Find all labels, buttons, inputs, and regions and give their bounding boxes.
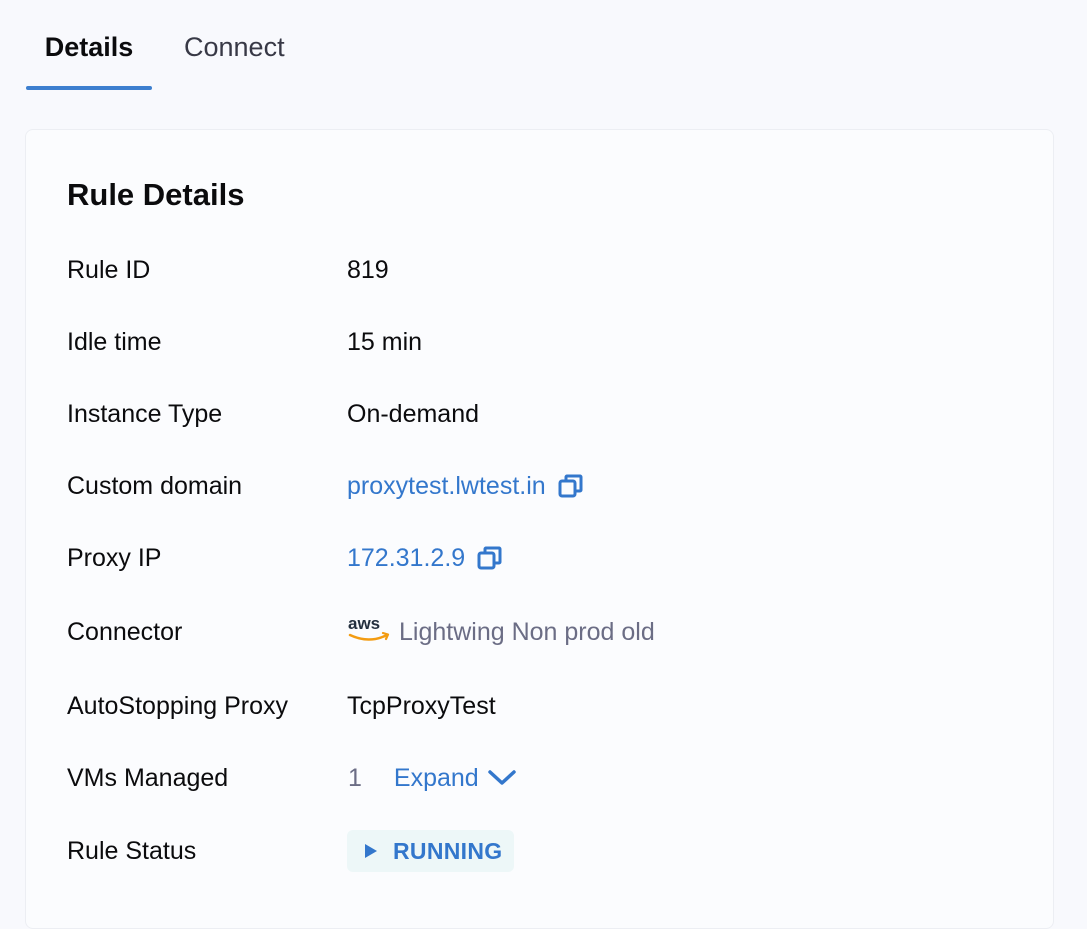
custom-domain-row: Custom domain proxytest.lwtest.in [67, 466, 585, 506]
custom-domain-value-wrap: proxytest.lwtest.in [347, 472, 585, 501]
proxy-ip-row: Proxy IP 172.31.2.9 [67, 538, 504, 578]
idle-time-value: 15 min [347, 327, 423, 356]
vms-managed-value-wrap: 1 Expand [347, 764, 517, 793]
autostopping-proxy-label: AutoStopping Proxy [67, 691, 288, 720]
tab-connect[interactable]: Connect [184, 0, 285, 92]
instance-type-row: Instance Type On-demand [67, 394, 479, 434]
custom-domain-link[interactable]: proxytest.lwtest.in [347, 472, 546, 501]
copy-icon[interactable] [476, 544, 504, 572]
vms-managed-count: 1 [348, 763, 362, 792]
proxy-ip-label: Proxy IP [67, 543, 162, 572]
instance-type-value: On-demand [347, 399, 480, 428]
rule-id-value: 819 [347, 255, 389, 284]
copy-icon[interactable] [557, 472, 585, 500]
active-tab-indicator [26, 86, 152, 90]
expand-label: Expand [393, 763, 479, 792]
connector-name: Lightwing Non prod old [399, 617, 655, 646]
instance-type-label: Instance Type [67, 399, 223, 428]
tab-connect-label: Connect [184, 32, 285, 62]
connector-row: Connector aws Lightwing Non prod old [67, 612, 655, 652]
card-title: Rule Details [67, 177, 245, 212]
status-badge: RUNNING [347, 830, 515, 872]
rule-status-row: Rule Status RUNNING [67, 830, 515, 872]
rule-id-label: Rule ID [67, 255, 151, 284]
expand-button[interactable]: Expand [394, 764, 517, 793]
aws-logo-icon: aws [348, 614, 390, 641]
custom-domain-label: Custom domain [67, 471, 243, 500]
proxy-ip-value-wrap: 172.31.2.9 [347, 544, 504, 573]
play-icon [365, 844, 377, 858]
tab-details[interactable]: Details [26, 0, 152, 92]
aws-logo-text: aws [348, 614, 380, 633]
idle-time-label: Idle time [67, 327, 162, 356]
connector-label: Connector [67, 617, 183, 646]
vms-managed-row: VMs Managed 1 Expand [67, 758, 517, 798]
rule-status-value-wrap: RUNNING [347, 830, 515, 872]
rule-details-card: Rule Details Rule ID 819 Idle time 15 mi… [25, 129, 1054, 929]
connector-value-wrap: aws Lightwing Non prod old [347, 614, 655, 647]
rule-status-label: Rule Status [67, 836, 197, 865]
tab-details-label: Details [44, 32, 134, 62]
rule-id-row: Rule ID 819 [67, 250, 389, 290]
proxy-ip-link[interactable]: 172.31.2.9 [347, 544, 465, 573]
autostopping-proxy-row: AutoStopping Proxy TcpProxyTest [67, 686, 496, 726]
idle-time-row: Idle time 15 min [67, 322, 422, 362]
vms-managed-label: VMs Managed [67, 763, 229, 792]
status-text: RUNNING [393, 837, 503, 864]
chevron-down-icon [487, 770, 516, 785]
tab-bar: Details Connect [26, 0, 285, 92]
autostopping-proxy-value: TcpProxyTest [347, 691, 496, 720]
